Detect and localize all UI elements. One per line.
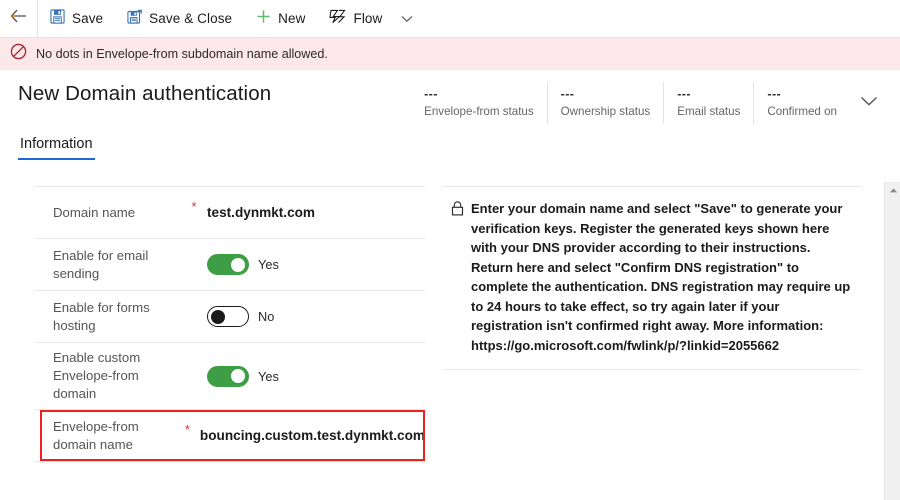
field-envelope-from-domain-name[interactable]: Envelope-from domain name * bouncing.cus… <box>35 410 425 462</box>
content-scrollbar[interactable] <box>884 182 900 500</box>
error-message: No dots in Envelope-from subdomain name … <box>36 47 328 61</box>
plus-icon <box>256 9 271 29</box>
status-label: Ownership status <box>560 105 651 118</box>
toggle-state-label: No <box>258 309 275 324</box>
save-and-close-button[interactable]: Save & Close <box>115 0 244 37</box>
toggle-knob <box>231 257 245 272</box>
help-text: Enter your domain name and select "Save"… <box>471 201 851 353</box>
toggle-switch[interactable] <box>207 365 249 387</box>
field-value[interactable]: bouncing.custom.test.dynmkt.com <box>196 428 425 443</box>
status-value: --- <box>677 87 691 101</box>
error-notification-bar: No dots in Envelope-from subdomain name … <box>0 38 900 70</box>
block-error-icon <box>10 43 27 65</box>
status-value: --- <box>560 87 575 101</box>
status-label: Confirmed on <box>767 105 837 118</box>
field-label: Enable for forms hosting <box>53 299 150 333</box>
tab-information[interactable]: Information <box>18 132 95 160</box>
field-enable-custom-envelope-from[interactable]: Enable custom Envelope-from domain Yes <box>35 343 425 410</box>
required-indicator: * <box>184 422 190 437</box>
save-label: Save <box>72 11 104 26</box>
status-ownership[interactable]: --- Ownership status <box>546 82 664 124</box>
toggle-state-label: Yes <box>258 368 279 384</box>
field-label: Enable custom Envelope-from domain <box>53 350 141 401</box>
required-indicator <box>185 245 203 251</box>
status-envelope-from[interactable]: --- Envelope-from status <box>411 82 547 124</box>
status-label: Envelope-from status <box>424 105 534 118</box>
status-value: --- <box>767 87 782 101</box>
required-indicator <box>185 349 203 355</box>
back-arrow-icon <box>10 9 27 28</box>
tab-strip: Information <box>0 132 900 168</box>
form-content: Domain name * test.dynmkt.com Enable for… <box>0 182 900 500</box>
save-and-close-disk-icon <box>127 9 143 29</box>
field-label: Envelope-from domain name <box>53 418 139 452</box>
flow-icon <box>329 9 347 29</box>
status-label: Email status <box>677 105 741 118</box>
form-section: Domain name * test.dynmkt.com Enable for… <box>35 186 425 462</box>
new-label: New <box>278 11 306 26</box>
page-title: New Domain authentication <box>18 82 272 105</box>
chevron-down-icon <box>860 94 878 112</box>
lock-icon <box>451 199 464 355</box>
command-bar: Save Save & Close New Flow <box>0 0 900 38</box>
toggle-state-label: Yes <box>258 257 279 272</box>
header-expand-button[interactable] <box>850 82 888 124</box>
domain-authentication-page: Save Save & Close New Flow No dots in En… <box>0 0 900 500</box>
scroll-up-arrow-icon[interactable] <box>885 182 900 198</box>
status-confirmed-on[interactable]: --- Confirmed on <box>753 82 850 124</box>
required-indicator <box>185 297 203 303</box>
required-indicator: * <box>191 199 197 214</box>
field-label: Domain name <box>53 204 136 220</box>
toggle-knob <box>231 369 245 383</box>
tab-label: Information <box>20 136 93 152</box>
toggle-switch[interactable] <box>207 254 249 275</box>
field-enable-forms-hosting[interactable]: Enable for forms hosting No <box>35 291 425 343</box>
flow-button[interactable]: Flow <box>317 0 394 37</box>
chevron-down-icon <box>401 10 413 28</box>
field-value[interactable]: test.dynmkt.com <box>203 205 425 220</box>
field-domain-name[interactable]: Domain name * test.dynmkt.com <box>35 187 425 239</box>
save-and-close-label: Save & Close <box>149 11 233 26</box>
toggle-switch[interactable] <box>207 306 249 327</box>
status-value: --- <box>424 87 438 101</box>
header-status-strip: --- Envelope-from status --- Ownership s… <box>411 82 888 124</box>
toggle-knob <box>211 309 225 324</box>
help-section: Enter your domain name and select "Save"… <box>443 186 861 370</box>
field-label: Enable for email sending <box>53 247 149 281</box>
record-header: New Domain authentication --- Envelope-f… <box>0 70 900 132</box>
save-disk-icon <box>50 8 65 29</box>
field-enable-email-sending[interactable]: Enable for email sending Yes <box>35 239 425 291</box>
flow-label: Flow <box>353 11 383 26</box>
save-button[interactable]: Save <box>38 0 115 37</box>
command-overflow-button[interactable] <box>394 0 420 37</box>
status-email[interactable]: --- Email status <box>663 82 753 124</box>
back-button[interactable] <box>0 0 38 37</box>
new-button[interactable]: New <box>244 0 317 37</box>
